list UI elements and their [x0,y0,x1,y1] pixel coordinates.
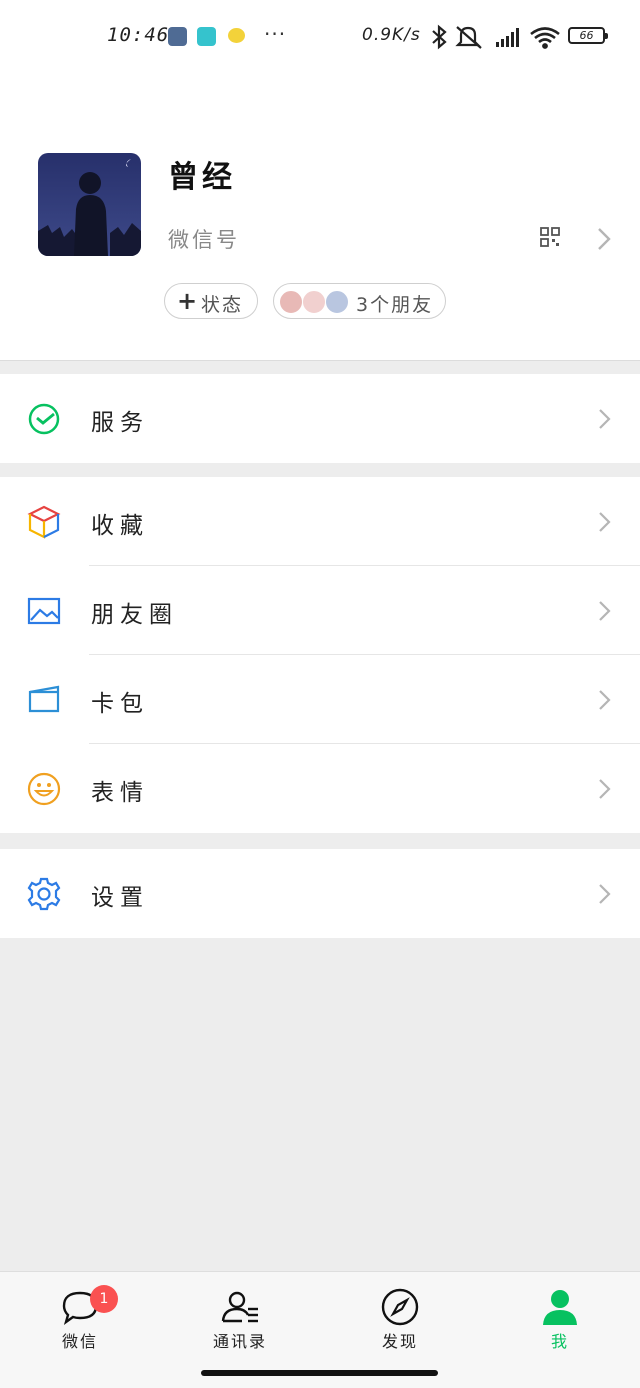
favorites-cube-icon [27,505,61,539]
nickname: 曾经 [168,160,236,195]
contacts-icon [221,1291,258,1323]
menu-label: 服务 [91,410,149,436]
settings-group: 设置 [0,849,640,938]
services-group: 服务 [0,374,640,463]
friend-avatar [279,290,303,314]
status-time: 10:46 [107,24,170,46]
qr-code-icon[interactable] [540,227,560,247]
menu-item-stickers[interactable]: 表情 [0,744,640,833]
status-bar: 10:46 ··· 0.9K/s 66 [0,0,640,72]
tab-me[interactable]: 我 [480,1272,640,1362]
friend-avatar [325,290,349,314]
menu-item-favorites[interactable]: 收藏 [0,477,640,566]
add-status-button[interactable]: + 状态 [164,283,258,319]
bluetooth-icon [432,24,447,50]
menu-item-cards[interactable]: 卡包 [0,655,640,744]
status-label: 状态 [201,294,244,316]
chevron-right-icon [599,779,611,799]
chevron-right-icon [599,512,611,532]
tab-label: 我 [550,1332,569,1351]
app-notification-icon [197,27,216,46]
tab-chats[interactable]: 1 微信 [0,1272,160,1362]
avatar[interactable] [38,153,141,256]
signal-icon [496,28,519,47]
tab-discover[interactable]: 发现 [320,1272,480,1362]
main-menu-group: 收藏 朋友圈 卡包 表情 [0,477,640,833]
chevron-right-icon[interactable] [597,227,611,251]
menu-item-settings[interactable]: 设置 [0,849,640,938]
menu-item-moments[interactable]: 朋友圈 [0,566,640,655]
friend-avatar [302,290,326,314]
chevron-right-icon [599,690,611,710]
services-icon [28,403,60,435]
menu-label: 设置 [91,885,149,911]
tab-label: 微信 [61,1332,98,1351]
chevron-right-icon [599,409,611,429]
battery-icon: 66 [568,27,608,44]
menu-label: 表情 [91,780,149,806]
person-icon [543,1290,577,1325]
friends-label: 3个朋友 [356,294,434,316]
more-notifications-icon: ··· [264,22,287,46]
menu-label: 卡包 [91,691,149,717]
network-speed: 0.9K/s [362,25,421,45]
chevron-right-icon [599,601,611,621]
menu-label: 朋友圈 [91,602,178,628]
plus-icon: + [177,287,198,315]
chevron-right-icon [599,884,611,904]
profile-card[interactable]: 曾经 微信号 + 状态 3个朋友 [0,72,640,361]
moments-picture-icon [27,597,61,625]
mute-icon [455,26,482,49]
tab-label: 发现 [381,1332,418,1351]
home-indicator[interactable] [201,1370,438,1376]
wechat-id: 微信号 [168,228,240,252]
gear-icon [27,877,61,911]
qq-app-icon [228,28,245,43]
friends-status-button[interactable]: 3个朋友 [273,283,446,319]
unread-badge: 1 [90,1285,118,1313]
tab-contacts[interactable]: 通讯录 [160,1272,320,1362]
compass-icon [381,1288,419,1326]
wifi-icon [530,27,560,49]
menu-label: 收藏 [91,513,149,539]
tab-label: 通讯录 [212,1332,267,1351]
settings-app-icon [168,27,187,46]
menu-item-services[interactable]: 服务 [0,374,640,463]
smiley-icon [27,772,61,806]
card-wallet-icon [28,685,60,713]
